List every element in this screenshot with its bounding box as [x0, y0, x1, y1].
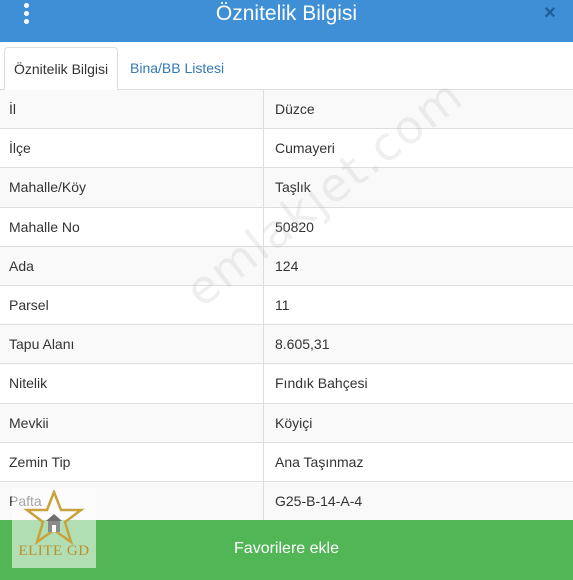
attribute-value: 8.605,31: [275, 336, 330, 353]
tab-building-list[interactable]: Bina/BB Listesi: [121, 47, 233, 90]
attribute-label: Zemin Tip: [0, 442, 264, 481]
tab-bar: Öznitelik Bilgisi Bina/BB Listesi: [0, 42, 573, 91]
table-row: Pafta G25-B-14-A-4: [0, 481, 573, 522]
table-row: İlçe Cumayeri: [0, 129, 573, 169]
table-row: Nitelik Fındık Bahçesi: [0, 364, 573, 404]
attribute-label: Mahalle No: [0, 207, 264, 246]
table-row: Mahalle/Köy Taşlık: [0, 168, 573, 208]
attribute-value: Taşlık: [275, 179, 311, 196]
attribute-table: İl Düzce İlçe Cumayeri Mahalle/Köy Taşlı…: [0, 90, 573, 522]
attribute-value: 124: [275, 257, 299, 274]
attribute-label: Pafta: [0, 481, 264, 521]
attribute-label: Nitelik: [0, 364, 264, 403]
attribute-label: Parsel: [0, 285, 264, 325]
attribute-value: Cumayeri: [275, 140, 335, 157]
attribute-value: Köyiçi: [275, 414, 313, 431]
close-icon[interactable]: ×: [541, 3, 559, 23]
attribute-value: Ana Taşınmaz: [275, 453, 364, 470]
attribute-value: 50820: [275, 218, 314, 235]
table-row: Mevkii Köyiçi: [0, 403, 573, 443]
add-to-favorites-button[interactable]: Favorilere ekle: [0, 520, 573, 580]
panel-title: Öznitelik Bilgisi: [215, 2, 358, 25]
attribute-value: 11: [275, 296, 290, 313]
table-row: Ada 124: [0, 246, 573, 286]
attribute-label: Ada: [0, 246, 264, 285]
attribute-value: Düzce: [275, 101, 315, 117]
attribute-value: Fındık Bahçesi: [275, 375, 368, 392]
table-row: Parsel 11: [0, 285, 573, 326]
attribute-label: Tapu Alanı: [0, 325, 264, 364]
attribute-label: İlçe: [0, 129, 264, 168]
attribute-info-panel: Öznitelik Bilgisi × Öznitelik Bilgisi Bi…: [0, 0, 573, 580]
attribute-label: Mevkii: [0, 403, 264, 442]
attribute-label: Mahalle/Köy: [0, 168, 264, 207]
table-row: İl Düzce: [0, 90, 573, 130]
attribute-value: G25-B-14-A-4: [275, 492, 363, 509]
panel-header: Öznitelik Bilgisi ×: [0, 0, 573, 42]
table-row: Zemin Tip Ana Taşınmaz: [0, 442, 573, 482]
table-row: Mahalle No 50820: [0, 207, 573, 247]
tab-attribute-info[interactable]: Öznitelik Bilgisi: [4, 47, 118, 91]
attribute-label: İl: [0, 90, 264, 129]
table-row: Tapu Alanı 8.605,31: [0, 325, 573, 365]
